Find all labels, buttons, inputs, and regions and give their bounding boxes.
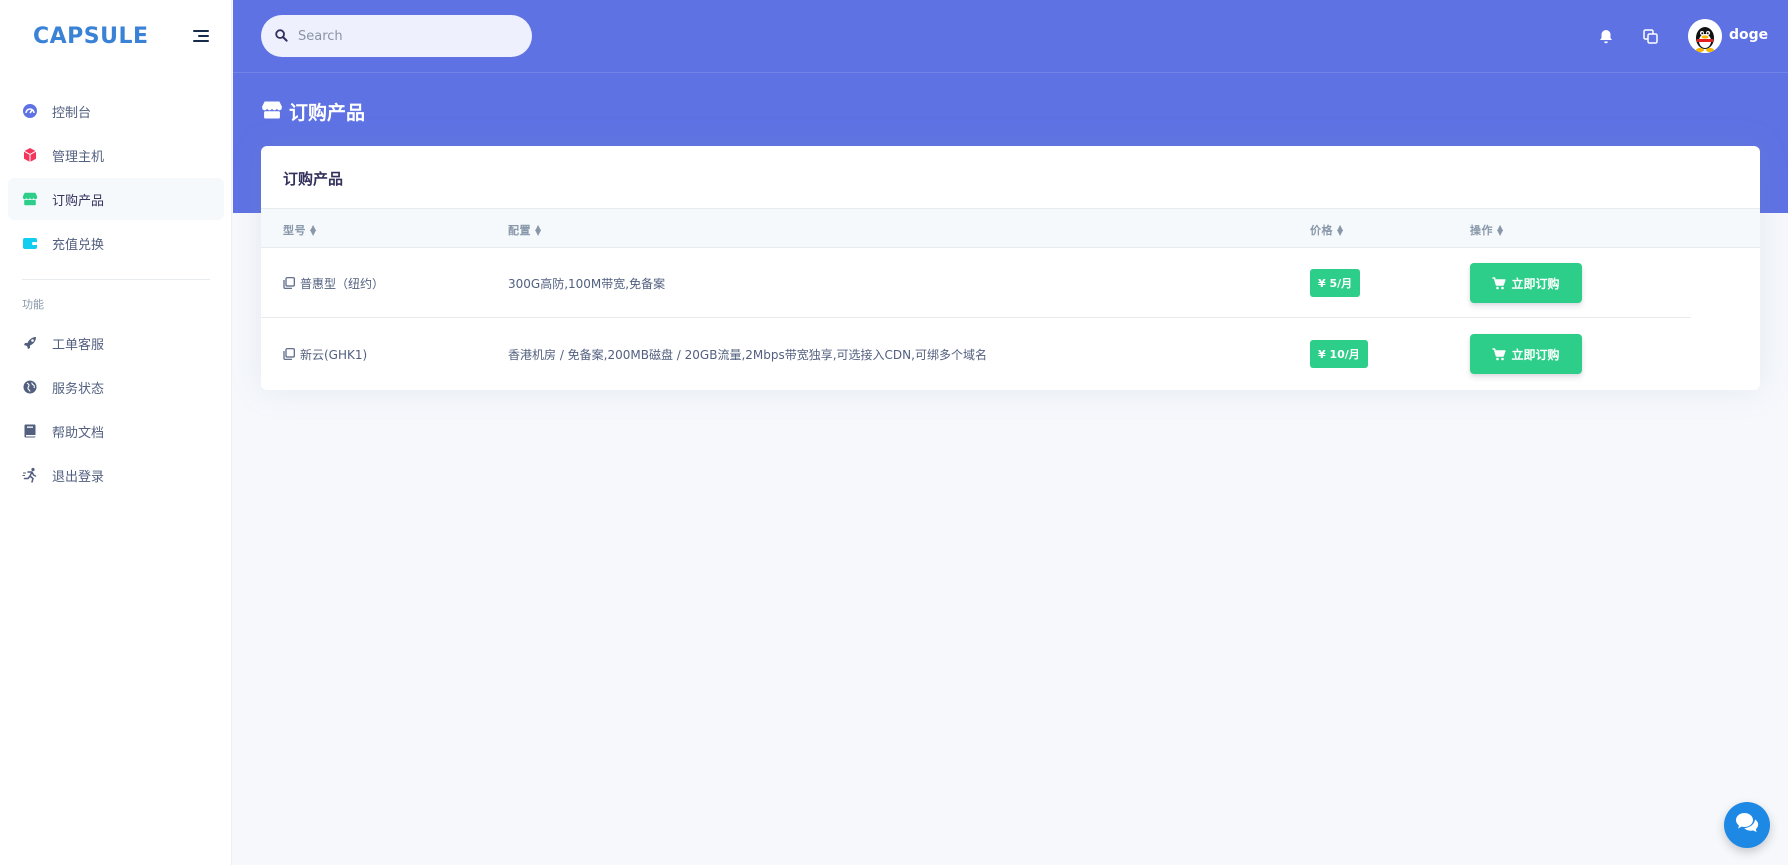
sidebar-item-manage-hosts[interactable]: 管理主机 [8,134,224,176]
sidebar-divider [22,279,210,280]
function-nav: 工单客服 服务状态 帮助文档 退出登录 [8,322,224,498]
book-icon [22,423,38,439]
header-divider [233,72,1788,73]
chat-support-button[interactable] [1724,802,1770,848]
sort-icon: ▲ ▼ [1497,223,1504,237]
sort-icon: ▲ ▼ [1337,223,1344,237]
store-icon [261,100,283,124]
brand-logo[interactable]: CAPSULE [33,24,149,49]
page-title-text: 订购产品 [289,102,366,124]
sidebar-item-label: 控制台 [52,105,92,121]
table-header: 型号 ▲ ▼ 配置 ▲ ▼ 价格 ▲ ▼ 操作 ▲ ▼ [261,208,1760,248]
sidebar-item-label: 充值兑换 [52,237,105,253]
cell-model: 普惠型（纽约） [283,248,384,318]
sidebar-item-recharge[interactable]: 充值兑换 [8,222,224,264]
products-card: 订购产品 型号 ▲ ▼ 配置 ▲ ▼ 价格 ▲ ▼ 操作 ▲ ▼ 普惠型（纽约） 300G高防,… [261,146,1760,390]
sort-icon: ▲ ▼ [310,223,317,237]
chat-icon [1734,811,1760,839]
user-name[interactable]: doge [1729,27,1768,43]
price-badge: ¥ 10/月 [1310,340,1368,368]
table-row: 普惠型（纽约） 300G高防,100M带宽,免备案 ¥ 5/月 立即订购 [261,248,1691,318]
sidebar-section-title: 功能 [22,298,44,311]
search-bar[interactable] [261,15,532,57]
sidebar-item-label: 管理主机 [52,149,105,165]
sidebar: CAPSULE 控制台 管理主机 订购产品 充值兑换 功能 工单客服 服务状态 … [0,0,232,865]
cell-config: 300G高防,100M带宽,免备案 [508,276,666,291]
avatar[interactable] [1688,19,1722,53]
column-header-price[interactable]: 价格 ▲ ▼ [1310,222,1344,238]
sidebar-toggle-icon[interactable] [191,27,211,47]
windows-icon[interactable] [1640,26,1660,46]
cell-model: 新云(GHK1) [283,319,367,389]
cart-icon [1492,276,1507,290]
cell-config: 香港机房 / 免备案,200MB磁盘 / 20GB流量,2Mbps带宽独享,可选… [508,347,987,362]
column-header-config[interactable]: 配置 ▲ ▼ [508,222,542,238]
sidebar-item-service-status[interactable]: 服务状态 [8,366,224,408]
column-header-model[interactable]: 型号 ▲ ▼ [283,222,317,238]
column-header-action[interactable]: 操作 ▲ ▼ [1470,222,1504,238]
page-title: 订购产品 [261,98,365,125]
search-input[interactable] [298,28,498,44]
sort-icon: ▲ ▼ [535,223,542,237]
card-title: 订购产品 [283,170,344,188]
bell-icon[interactable] [1596,26,1616,46]
copy-icon [283,277,295,289]
price-badge: ¥ 5/月 [1310,269,1361,297]
sidebar-item-label: 工单客服 [52,337,105,353]
table-row: 新云(GHK1) 香港机房 / 免备案,200MB磁盘 / 20GB流量,2Mb… [261,319,1691,389]
sidebar-item-label: 退出登录 [52,469,105,485]
cell-price: ¥ 10/月 [1310,319,1368,389]
cell-price: ¥ 5/月 [1310,248,1361,318]
sidebar-item-tickets[interactable]: 工单客服 [8,322,224,364]
sidebar-item-label: 订购产品 [52,193,105,209]
store-icon [22,191,38,207]
rocket-icon [22,335,38,351]
order-now-button[interactable]: 立即订购 [1470,334,1582,374]
sidebar-item-logout[interactable]: 退出登录 [8,454,224,496]
dashboard-icon [22,103,38,119]
order-now-button[interactable]: 立即订购 [1470,263,1582,303]
main-nav: 控制台 管理主机 订购产品 充值兑换 [8,90,224,266]
search-icon [275,27,288,46]
wallet-icon [22,235,38,251]
sidebar-item-label: 服务状态 [52,381,105,397]
copy-icon [283,348,295,360]
globe-icon [22,379,38,395]
sidebar-item-order-products[interactable]: 订购产品 [8,178,224,220]
cart-icon [1492,347,1507,361]
sidebar-item-label: 帮助文档 [52,425,105,441]
sidebar-item-help-docs[interactable]: 帮助文档 [8,410,224,452]
cube-icon [22,147,38,163]
sidebar-item-dashboard[interactable]: 控制台 [8,90,224,132]
running-icon [22,467,38,483]
